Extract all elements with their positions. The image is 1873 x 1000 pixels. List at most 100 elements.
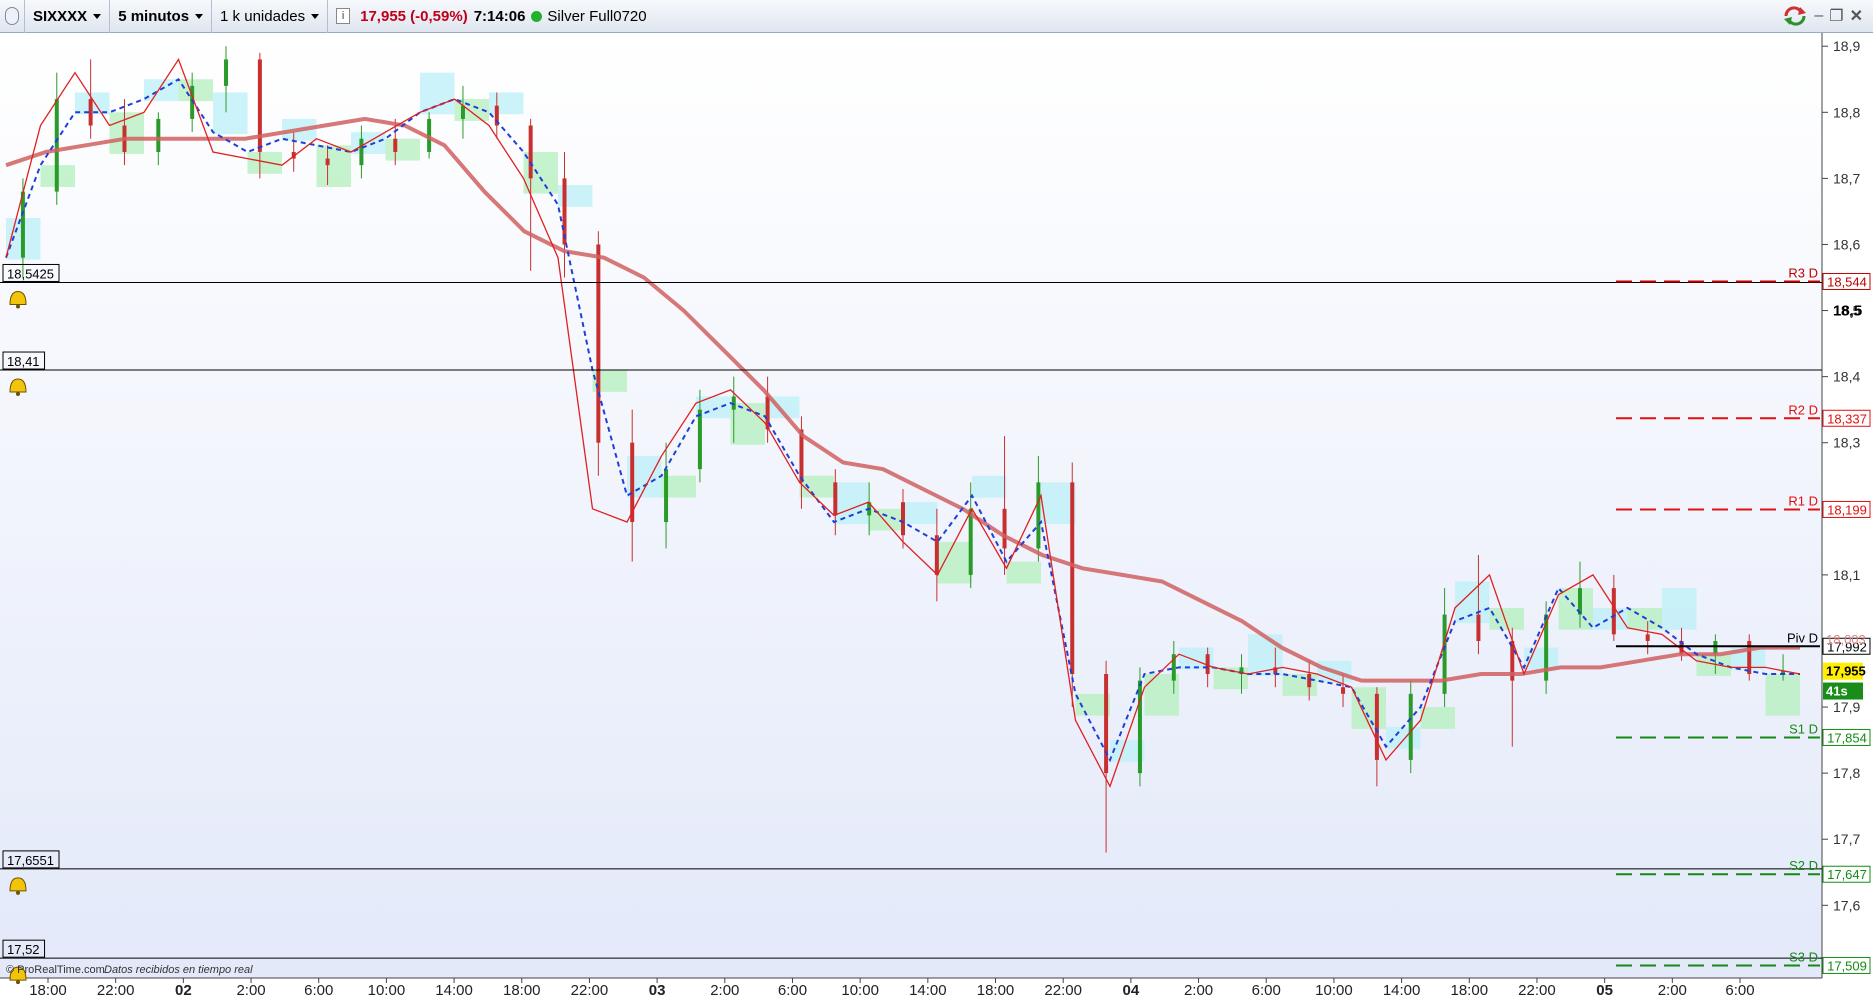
timeframe-label: 5 minutos — [118, 7, 190, 25]
price-marker: 17,955 — [1823, 662, 1866, 680]
footer-status: Datos recibidos en tiempo real — [104, 964, 253, 976]
candle-body — [1070, 482, 1075, 675]
price-tick-label: 18,1 — [1833, 567, 1860, 583]
bell-icon[interactable] — [9, 290, 27, 305]
candle — [1747, 634, 1752, 681]
candle-body — [833, 482, 838, 516]
price-marker: 41s — [1823, 682, 1863, 700]
candle-body — [1307, 674, 1312, 688]
candle-body — [1611, 588, 1616, 635]
minimize-icon[interactable]: – — [1814, 7, 1823, 25]
pivot-line-name: R1 D — [1788, 493, 1818, 508]
pivot-axis-value: 17,854 — [1827, 730, 1867, 745]
close-icon[interactable]: ✕ — [1850, 6, 1863, 26]
symbol-selector[interactable]: SIXXXX — [25, 0, 111, 33]
price-chart[interactable]: 18,5425 18,41 17,6551 17,52 R3 D 18,544 R2 D 1… — [0, 33, 1873, 1000]
cloud-segment — [213, 92, 248, 135]
pivot-axis-value: 17,647 — [1827, 867, 1867, 882]
alert-line-label: 18,41 — [7, 354, 40, 369]
candle-body — [596, 244, 601, 443]
account-label: Silver Full0720 — [547, 7, 647, 25]
bell-icon[interactable] — [9, 378, 27, 393]
cloud-segment — [868, 508, 903, 531]
time-tick-label: 10:00 — [1315, 982, 1353, 999]
pivot-line-name: S3 D — [1789, 949, 1818, 964]
candle — [596, 231, 601, 476]
candle-body — [901, 502, 905, 536]
sync-icon[interactable] — [1782, 5, 1808, 27]
time-tick-label: 6:00 — [304, 982, 333, 999]
candle-body — [224, 59, 229, 86]
candle — [1408, 680, 1413, 774]
time-tick-label: 10:00 — [841, 982, 879, 999]
cloud-segment — [1282, 674, 1317, 696]
pivot-line-name: R3 D — [1788, 265, 1818, 280]
alert-line-label: 18,5425 — [7, 266, 54, 281]
pivot-axis-value: 18,544 — [1827, 274, 1867, 289]
time-tick-label: 18:00 — [503, 982, 541, 999]
cloud-segment — [1558, 588, 1593, 630]
info-icon[interactable]: i — [336, 8, 351, 24]
hamburger-icon — [5, 7, 19, 25]
candle-body — [156, 118, 161, 152]
last-price: 17,955 (-0,59%) — [360, 7, 468, 25]
bell-icon[interactable] — [9, 877, 27, 892]
price-tick-label: 18,9 — [1833, 38, 1860, 54]
bell-clapper — [16, 392, 20, 397]
connection-status-icon — [531, 10, 543, 22]
time-tick-label: 14:00 — [909, 982, 947, 999]
time-tick-label: 2:00 — [1184, 982, 1213, 999]
bell-clapper — [16, 890, 20, 895]
chart-area[interactable]: 18,5425 18,41 17,6551 17,52 R3 D 18,544 R2 D 1… — [0, 33, 1873, 1000]
bell-clapper — [16, 304, 20, 309]
time-tick-label: 04 — [1123, 982, 1140, 999]
candle-body — [664, 469, 669, 523]
units-selector[interactable]: 1 k unidades — [212, 0, 329, 33]
candle-body — [325, 158, 330, 166]
pivot-axis-value: 17,509 — [1827, 958, 1867, 973]
price-tick-label: 18,6 — [1833, 236, 1860, 252]
time-tick-label: 02 — [175, 982, 192, 999]
units-label: 1 k unidades — [220, 7, 306, 25]
quote-info: i 17,955 (-0,59%) 7:14:06 Silver Full072… — [328, 0, 655, 33]
price-tick-label: 17,7 — [1833, 831, 1860, 847]
candle-body — [934, 535, 939, 575]
candle-body — [1104, 674, 1109, 774]
cloud-segment — [1386, 726, 1421, 749]
candle-body — [528, 125, 533, 179]
pivot-axis-value: 18,337 — [1827, 411, 1867, 426]
pivot-axis-value: 18,199 — [1827, 502, 1867, 517]
price-tick-label: 18,5 — [1833, 303, 1862, 320]
time-tick-label: 14:00 — [435, 982, 473, 999]
candle-body — [1408, 693, 1413, 760]
menu-icon-button[interactable] — [0, 0, 25, 33]
cloud-segment — [385, 138, 420, 161]
restore-icon[interactable]: ❐ — [1829, 6, 1843, 26]
price-tick-label: 18,3 — [1833, 435, 1860, 451]
time-tick-label: 6:00 — [1252, 982, 1281, 999]
candle-body — [1645, 634, 1650, 641]
cloud-segment — [420, 72, 455, 115]
pivot-line-name: R2 D — [1788, 402, 1818, 417]
price-tick-label: 17,8 — [1833, 765, 1860, 781]
timeframe-selector[interactable]: 5 minutos — [110, 0, 213, 33]
time-tick-label: 05 — [1596, 982, 1613, 999]
candle-body — [1036, 482, 1041, 549]
time-tick-label: 22:00 — [1518, 982, 1556, 999]
chevron-down-icon — [93, 13, 102, 19]
candle-body — [20, 191, 25, 258]
cloud-segment — [1696, 654, 1731, 677]
chart-toolbar: SIXXXX 5 minutos 1 k unidades i 17,955 (… — [0, 0, 1873, 33]
time-tick-label: 03 — [649, 982, 666, 999]
candle-body — [1476, 614, 1481, 641]
clock: 7:14:06 — [473, 7, 526, 25]
time-tick-label: 10:00 — [368, 982, 406, 999]
price-marker-label: 18,003 — [1826, 632, 1866, 647]
price-marker-label: 41s — [1826, 684, 1848, 699]
cloud-segment — [247, 151, 282, 174]
time-tick-label: 22:00 — [97, 982, 135, 999]
time-tick-label: 18:00 — [29, 982, 67, 999]
candle-body — [393, 138, 398, 152]
chevron-down-icon — [195, 13, 204, 19]
cloud-segment — [178, 79, 213, 102]
